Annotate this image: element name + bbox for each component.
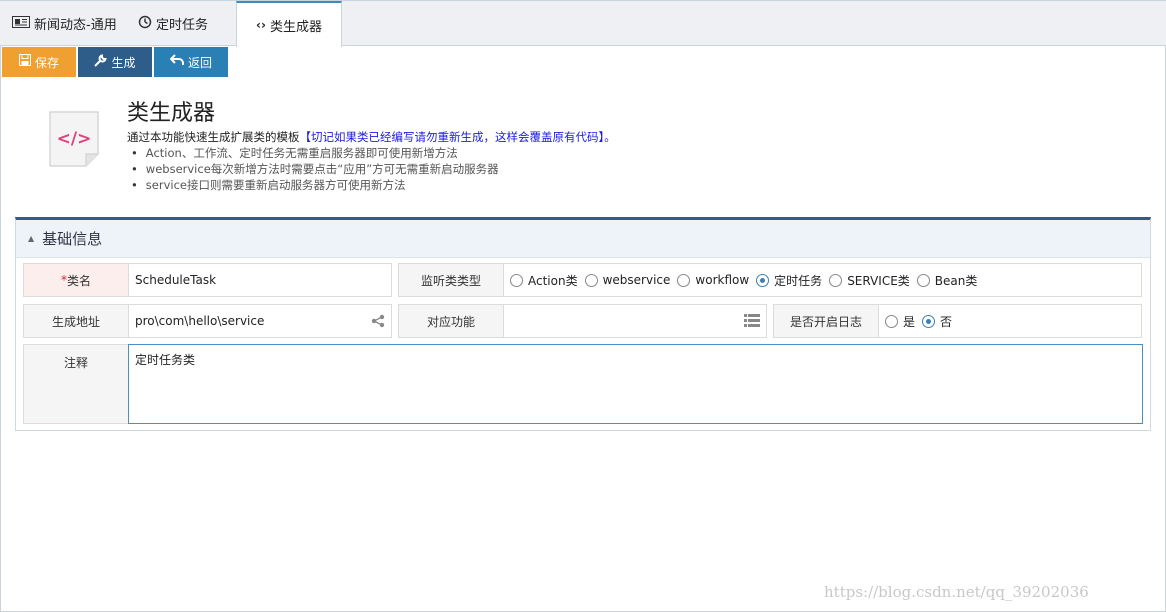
log-label: 是否开启日志 (773, 304, 879, 338)
panel-header[interactable]: ▲ 基础信息 (16, 220, 1150, 258)
radio-label: 是 (903, 314, 916, 329)
radio-webservice[interactable]: webservice (584, 273, 671, 287)
radio-circle-icon (916, 273, 930, 287)
listener-type-label: 监听类类型 (398, 263, 504, 297)
radio-circle-icon (510, 273, 523, 287)
save-label: 保存 (34, 55, 59, 70)
tab-class-generator[interactable]: ‹› 类生成器 (236, 1, 342, 47)
radio-label: webservice (602, 273, 671, 287)
radio-log-no[interactable]: 否 (922, 313, 952, 330)
radio-label: Bean类 (934, 273, 978, 288)
radio-label: 否 (940, 314, 953, 329)
code-document-icon: </> (46, 108, 102, 172)
radio-circle-icon (584, 273, 598, 287)
wrench-icon (94, 53, 108, 71)
svg-text:</>: </> (57, 129, 92, 149)
comment-textarea[interactable]: 定时任务类 (128, 344, 1143, 424)
gen-path-input[interactable]: pro\com\hello\service (128, 304, 392, 338)
radio-log-yes[interactable]: 是 (885, 313, 915, 330)
watermark: https://blog.csdn.net/qq_39202036 (824, 583, 1089, 601)
floppy-disk-icon (18, 54, 31, 70)
radio-circle-icon (677, 273, 691, 287)
class-name-label-text: 类名 (66, 273, 91, 288)
toolbar: 保存 生成 返回 (0, 46, 1166, 78)
collapse-caret-icon[interactable]: ▲ (28, 234, 34, 243)
function-label: 对应功能 (398, 304, 504, 338)
tip-item: webservice每次新增方法时需要点击“应用”方可无需重新启动服务器 (127, 161, 499, 177)
log-radio-group: 是 否 (885, 313, 959, 330)
comment-label: 注释 (23, 344, 129, 424)
tip-item: Action、工作流、定时任务无需重启服务器即可使用新增方法 (127, 145, 499, 161)
radio-circle-icon (885, 314, 898, 328)
radio-label: SERVICE类 (847, 273, 910, 288)
page-description: 通过本功能快速生成扩展类的模板【切记如果类已经编写请勿重新生成，这样会覆盖原有代… (127, 129, 616, 145)
share-icon[interactable] (371, 314, 385, 332)
tab-label: 类生成器 (269, 19, 322, 35)
list-icon[interactable] (744, 314, 760, 331)
listener-type-radio-group: Action类 webservice workflow 定时任务 SERVICE… (510, 272, 984, 289)
tab-bar: 新闻动态-通用 定时任务 ‹› 类生成器 (0, 0, 1166, 47)
radio-checked-icon (756, 273, 770, 287)
page-title: 类生成器 (127, 101, 216, 126)
gen-path-value: pro\com\hello\service (135, 314, 265, 328)
gen-path-label: 生成地址 (23, 304, 129, 338)
undo-arrow-icon (169, 54, 184, 70)
back-label: 返回 (187, 55, 212, 70)
radio-label: workflow (695, 273, 750, 287)
listener-type-field: Action类 webservice workflow 定时任务 SERVICE… (503, 263, 1142, 297)
panel-title: 基础信息 (42, 230, 103, 248)
tips-list: Action、工作流、定时任务无需重启服务器即可使用新增方法 webservic… (127, 145, 499, 193)
radio-action[interactable]: Action类 (510, 272, 578, 289)
radio-circle-icon (829, 273, 843, 287)
class-name-label: * 类名 (23, 263, 129, 297)
generate-label: 生成 (111, 55, 136, 70)
back-button[interactable]: 返回 (154, 47, 228, 77)
radio-checked-icon (922, 314, 936, 328)
save-button[interactable]: 保存 (2, 47, 76, 77)
radio-scheduled-task[interactable]: 定时任务 (756, 272, 822, 289)
newspaper-icon (12, 16, 30, 31)
radio-label: 定时任务 (774, 273, 823, 288)
tab-scheduled-tasks[interactable]: 定时任务 (138, 1, 208, 46)
tab-label: 新闻动态-通用 (34, 18, 117, 33)
history-icon (138, 15, 152, 32)
radio-bean[interactable]: Bean类 (916, 272, 978, 289)
code-icon: ‹› (256, 18, 266, 32)
log-field: 是 否 (878, 304, 1142, 338)
warning-text: 【切记如果类已经编写请勿重新生成，这样会覆盖原有代码】。 (299, 130, 616, 144)
radio-label: Action类 (528, 273, 578, 288)
tab-label: 定时任务 (156, 18, 209, 33)
radio-workflow[interactable]: workflow (677, 273, 749, 287)
tip-item: service接口则需要重新启动服务器方可使用新方法 (127, 177, 499, 193)
generate-button[interactable]: 生成 (78, 47, 152, 77)
radio-service[interactable]: SERVICE类 (829, 272, 910, 289)
function-input[interactable] (503, 304, 767, 338)
class-name-input[interactable]: ScheduleTask (128, 263, 392, 297)
tab-news[interactable]: 新闻动态-通用 (12, 1, 117, 46)
description-text: 通过本功能快速生成扩展类的模板 (127, 130, 300, 144)
